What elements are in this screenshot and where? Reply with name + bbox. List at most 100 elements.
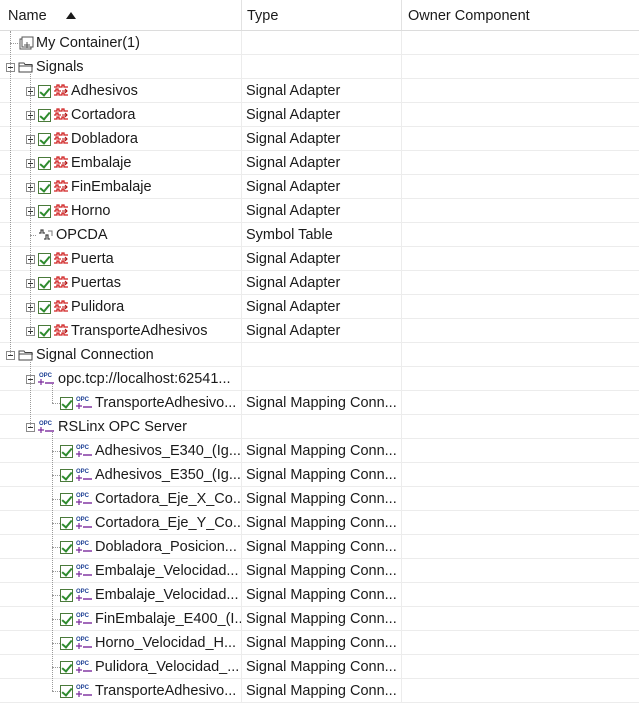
name-cell[interactable]: Puerta [0, 247, 242, 271]
enabled-checkbox[interactable] [38, 300, 51, 314]
name-cell[interactable]: OPC Pulidora_Velocidad_... [0, 655, 242, 679]
enabled-checkbox[interactable] [60, 396, 73, 410]
enabled-checkbox[interactable] [60, 468, 73, 482]
enabled-checkbox[interactable] [60, 612, 73, 626]
tree-node: Signal Connection [6, 343, 154, 367]
name-cell[interactable]: OPC Adhesivos_E340_(Ig... [0, 439, 242, 463]
tree-node: OPCDA [26, 223, 108, 247]
tree-node: Cortadora [26, 103, 135, 127]
name-cell[interactable]: Puertas [0, 271, 242, 295]
owner-cell [402, 103, 639, 127]
tree-row[interactable]: OPC Pulidora_Velocidad_... Signal Mapping … [0, 655, 639, 679]
name-cell[interactable]: OPC Cortadora_Eje_X_Co... [0, 487, 242, 511]
tree-row[interactable]: OPC Cortadora_Eje_Y_Co... Signal Mapping C… [0, 511, 639, 535]
tree-row[interactable]: Horno Signal Adapter [0, 199, 639, 223]
enabled-checkbox[interactable] [60, 444, 73, 458]
name-cell[interactable]: TransporteAdhesivos [0, 319, 242, 343]
tree-row[interactable]: OPC Horno_Velocidad_H... Signal Mapping Co… [0, 631, 639, 655]
tree-node: Puerta [26, 247, 114, 271]
name-cell[interactable]: OPC Dobladora_Posicion... [0, 535, 242, 559]
tree-row[interactable]: Signals [0, 55, 639, 79]
name-cell[interactable]: My Container(1) [0, 31, 242, 55]
tree-row[interactable]: OPC Cortadora_Eje_X_Co... Signal Mapping C… [0, 487, 639, 511]
tree-row[interactable]: OPC TransporteAdhesivo... Signal Mapping C… [0, 679, 639, 703]
tree-row[interactable]: OPC TransporteAdhesivo... Signal Mapping C… [0, 391, 639, 415]
tree-row[interactable]: Adhesivos Signal Adapter [0, 79, 639, 103]
tree-row[interactable]: OPC Embalaje_Velocidad... Signal Mapping C… [0, 559, 639, 583]
name-cell[interactable]: Pulidora [0, 295, 242, 319]
enabled-checkbox[interactable] [38, 108, 51, 122]
tree-row[interactable]: OPC RSLinx OPC Server [0, 415, 639, 439]
owner-cell [402, 271, 639, 295]
tree-row[interactable]: OPC Adhesivos_E340_(Ig... Signal Mapping C… [0, 439, 639, 463]
name-cell[interactable]: Signals [0, 55, 242, 79]
tree-row[interactable]: OPC Embalaje_Velocidad... Signal Mapping C… [0, 583, 639, 607]
name-cell[interactable]: Dobladora [0, 127, 242, 151]
name-cell[interactable]: OPC Cortadora_Eje_Y_Co... [0, 511, 242, 535]
tree-row[interactable]: OPC Adhesivos_E350_(Ig... Signal Mapping C… [0, 463, 639, 487]
column-header-owner[interactable]: Owner Component [402, 0, 639, 30]
name-cell[interactable]: OPC RSLinx OPC Server [0, 415, 242, 439]
sort-ascending-icon[interactable] [66, 12, 76, 19]
tree-guide-line [30, 235, 36, 236]
name-cell[interactable]: OPC Adhesivos_E350_(Ig... [0, 463, 242, 487]
name-cell[interactable]: OPC FinEmbalaje_E400_(I... [0, 607, 242, 631]
enabled-checkbox[interactable] [60, 564, 73, 578]
tree-row[interactable]: Signal Connection [0, 343, 639, 367]
enabled-checkbox[interactable] [60, 516, 73, 530]
tree-row[interactable]: OPC FinEmbalaje_E400_(I... Signal Mapping … [0, 607, 639, 631]
name-cell[interactable]: OPC Horno_Velocidad_H... [0, 631, 242, 655]
tree-row[interactable]: Dobladora Signal Adapter [0, 127, 639, 151]
node-label: Horno [71, 203, 111, 219]
owner-cell [402, 415, 639, 439]
enabled-checkbox[interactable] [60, 492, 73, 506]
enabled-checkbox[interactable] [60, 684, 73, 698]
tree-row[interactable]: Embalaje Signal Adapter [0, 151, 639, 175]
name-cell[interactable]: Signal Connection [0, 343, 242, 367]
tree-row[interactable]: TransporteAdhesivos Signal Adapter [0, 319, 639, 343]
type-cell: Signal Adapter [242, 271, 402, 295]
name-cell[interactable]: OPC Embalaje_Velocidad... [0, 559, 242, 583]
enabled-checkbox[interactable] [38, 276, 51, 290]
name-cell[interactable]: Horno [0, 199, 242, 223]
opc-mapping-icon: OPC [75, 611, 93, 627]
tree-row[interactable]: OPC Dobladora_Posicion... Signal Mapping C… [0, 535, 639, 559]
enabled-checkbox[interactable] [60, 660, 73, 674]
name-cell[interactable]: Cortadora [0, 103, 242, 127]
column-header-type[interactable]: Type [242, 0, 402, 30]
enabled-checkbox[interactable] [60, 540, 73, 554]
enabled-checkbox[interactable] [60, 588, 73, 602]
signal-adapter-icon [53, 275, 69, 291]
type-cell: Signal Adapter [242, 151, 402, 175]
enabled-checkbox[interactable] [38, 204, 51, 218]
name-cell[interactable]: FinEmbalaje [0, 175, 242, 199]
svg-text:OPC: OPC [76, 517, 90, 523]
enabled-checkbox[interactable] [38, 84, 51, 98]
enabled-checkbox[interactable] [60, 636, 73, 650]
name-cell[interactable]: OPC opc.tcp://localhost:62541... [0, 367, 242, 391]
tree-row[interactable]: Puerta Signal Adapter [0, 247, 639, 271]
tree-node: OPC Dobladora_Posicion... [48, 535, 237, 559]
enabled-checkbox[interactable] [38, 132, 51, 146]
tree-row[interactable]: OPCDA Symbol Table [0, 223, 639, 247]
tree-row[interactable]: Puertas Signal Adapter [0, 271, 639, 295]
name-cell[interactable]: OPC TransporteAdhesivo... [0, 391, 242, 415]
type-cell: Signal Mapping Conn... [242, 655, 402, 679]
name-cell[interactable]: Adhesivos [0, 79, 242, 103]
name-cell[interactable]: OPCDA [0, 223, 242, 247]
tree-node: OPC Pulidora_Velocidad_... [48, 655, 239, 679]
enabled-checkbox[interactable] [38, 180, 51, 194]
tree-row[interactable]: FinEmbalaje Signal Adapter [0, 175, 639, 199]
tree-row[interactable]: Pulidora Signal Adapter [0, 295, 639, 319]
column-header-name[interactable]: Name [0, 0, 242, 30]
name-cell[interactable]: OPC Embalaje_Velocidad... [0, 583, 242, 607]
node-label: Cortadora_Eje_Y_Co... [95, 515, 242, 531]
enabled-checkbox[interactable] [38, 324, 51, 338]
enabled-checkbox[interactable] [38, 156, 51, 170]
name-cell[interactable]: OPC TransporteAdhesivo... [0, 679, 242, 703]
tree-row[interactable]: My Container(1) [0, 31, 639, 55]
enabled-checkbox[interactable] [38, 252, 51, 266]
tree-row[interactable]: OPC opc.tcp://localhost:62541... [0, 367, 639, 391]
name-cell[interactable]: Embalaje [0, 151, 242, 175]
tree-row[interactable]: Cortadora Signal Adapter [0, 103, 639, 127]
